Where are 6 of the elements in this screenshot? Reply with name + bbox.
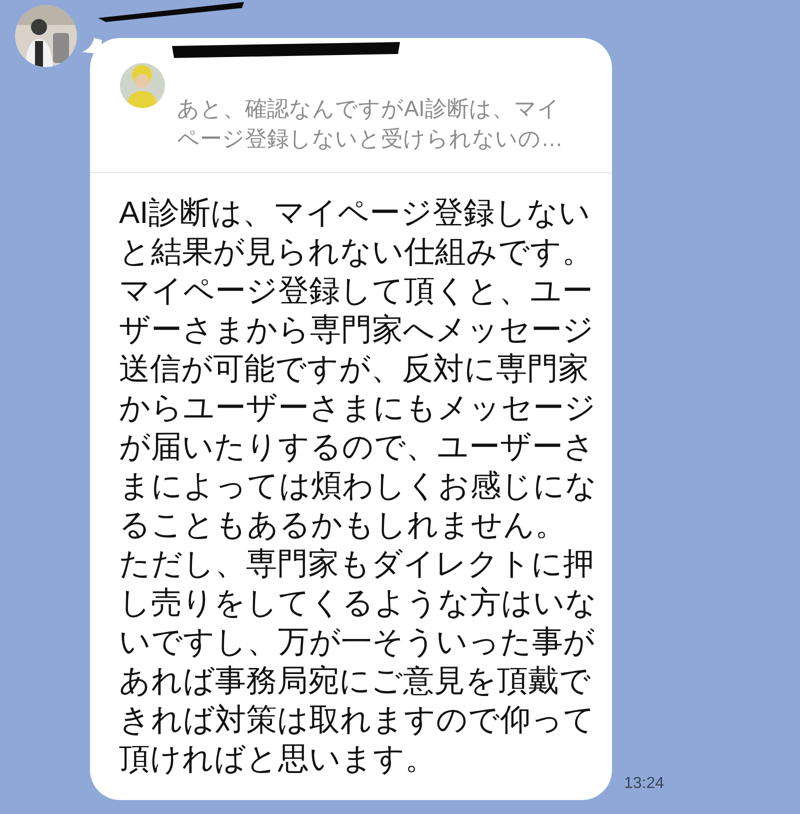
quoted-text: あと、確認なんですがAI診断は、マイページ登録しないと受けられないの… — [177, 95, 564, 153]
message-paragraph: ただし、専門家もダイレクトに押し売りをしてくるような方はいないですし、万が一そういった事があれば事務局宛にご意見を頂戴できれば対策は取れますので仰って頂ければと思います。 — [119, 545, 598, 778]
message-paragraph: マイページ登録して頂くと、ユーザーさまから専門家へメッセージ送信が可能ですが、反対に専門家からユーザーさまにもメッセージが届いたりするので、ユーザーさまによっては煩わしくお感じになることもあるかもしれません。 — [119, 272, 598, 544]
quoted-message[interactable]: あと、確認なんですがAI診断は、マイページ登録しないと受けられないの… — [90, 38, 612, 173]
message-paragraph: AI診断は、マイページ登録しないと結果が見られない仕組みです。 — [119, 194, 594, 271]
timestamp: 13:24 — [624, 774, 664, 794]
